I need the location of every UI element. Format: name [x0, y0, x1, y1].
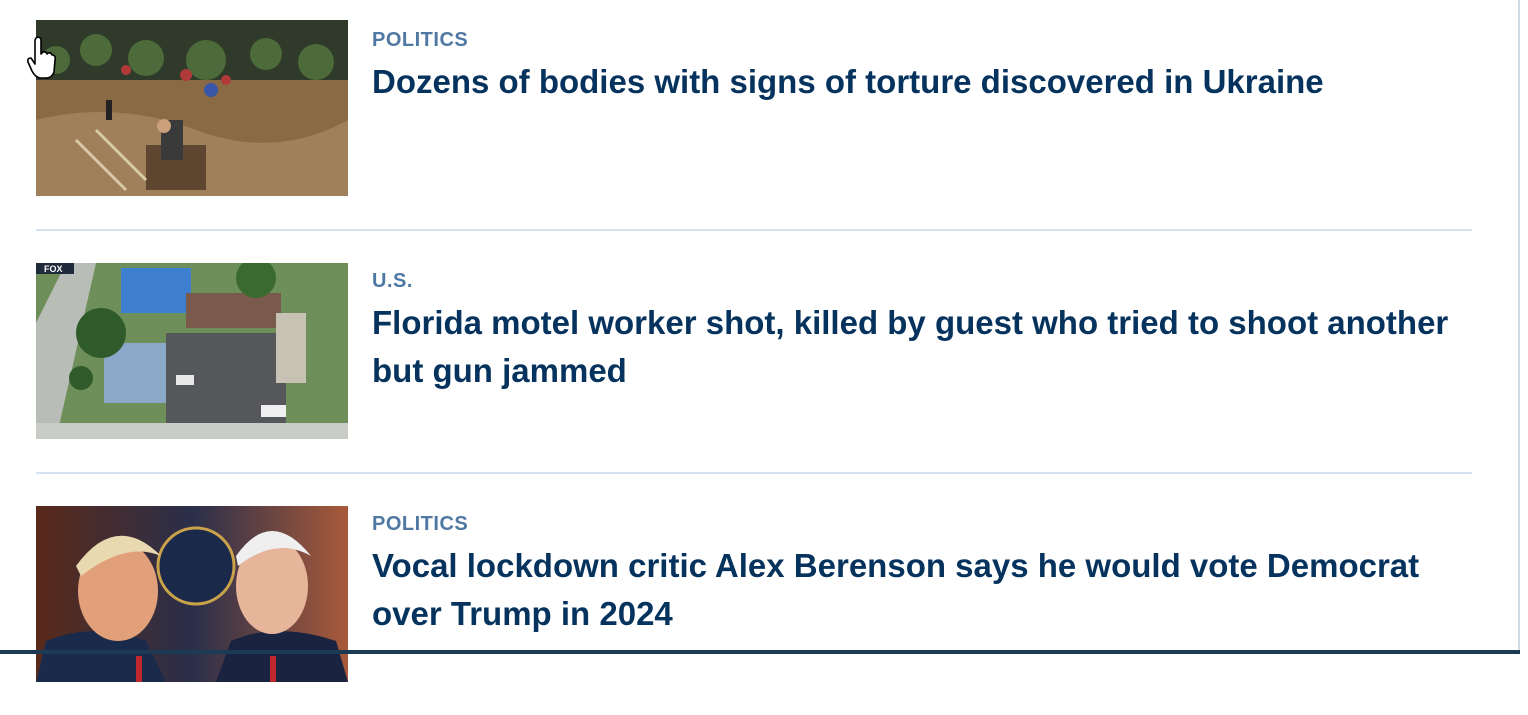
article-item: FOX U.S. Florida motel worker shot, kill… — [36, 231, 1472, 474]
article-category[interactable]: POLITICS — [372, 28, 1472, 52]
article-text: POLITICS Vocal lockdown critic Alex Bere… — [372, 512, 1472, 638]
article-item: POLITICS Vocal lockdown critic Alex Bere… — [36, 474, 1472, 715]
article-category[interactable]: POLITICS — [372, 512, 1472, 536]
article-headline[interactable]: Vocal lockdown critic Alex Berenson says… — [372, 542, 1472, 638]
article-headline[interactable]: Dozens of bodies with signs of torture d… — [372, 58, 1472, 106]
article-text: POLITICS Dozens of bodies with signs of … — [372, 28, 1472, 106]
article-headline[interactable]: Florida motel worker shot, killed by gue… — [372, 299, 1472, 395]
cemetery-photo — [36, 20, 348, 196]
article-thumbnail-motel[interactable]: FOX — [36, 263, 348, 439]
article-thumbnail-cemetery[interactable] — [36, 20, 348, 196]
two-politicians-photo — [36, 506, 348, 682]
article-thumbnail-politicians[interactable] — [36, 506, 348, 682]
fox-badge: FOX — [44, 264, 63, 274]
hand-pointer-icon — [27, 36, 56, 79]
vertical-scrollbar[interactable] — [1518, 0, 1528, 654]
article-feed: POLITICS Dozens of bodies with signs of … — [36, 0, 1472, 715]
article-item: POLITICS Dozens of bodies with signs of … — [36, 0, 1472, 231]
article-text: U.S. Florida motel worker shot, killed b… — [372, 269, 1472, 395]
aerial-motel-photo: FOX — [36, 263, 348, 439]
bottom-border — [0, 650, 1520, 654]
article-category[interactable]: U.S. — [372, 269, 1472, 293]
